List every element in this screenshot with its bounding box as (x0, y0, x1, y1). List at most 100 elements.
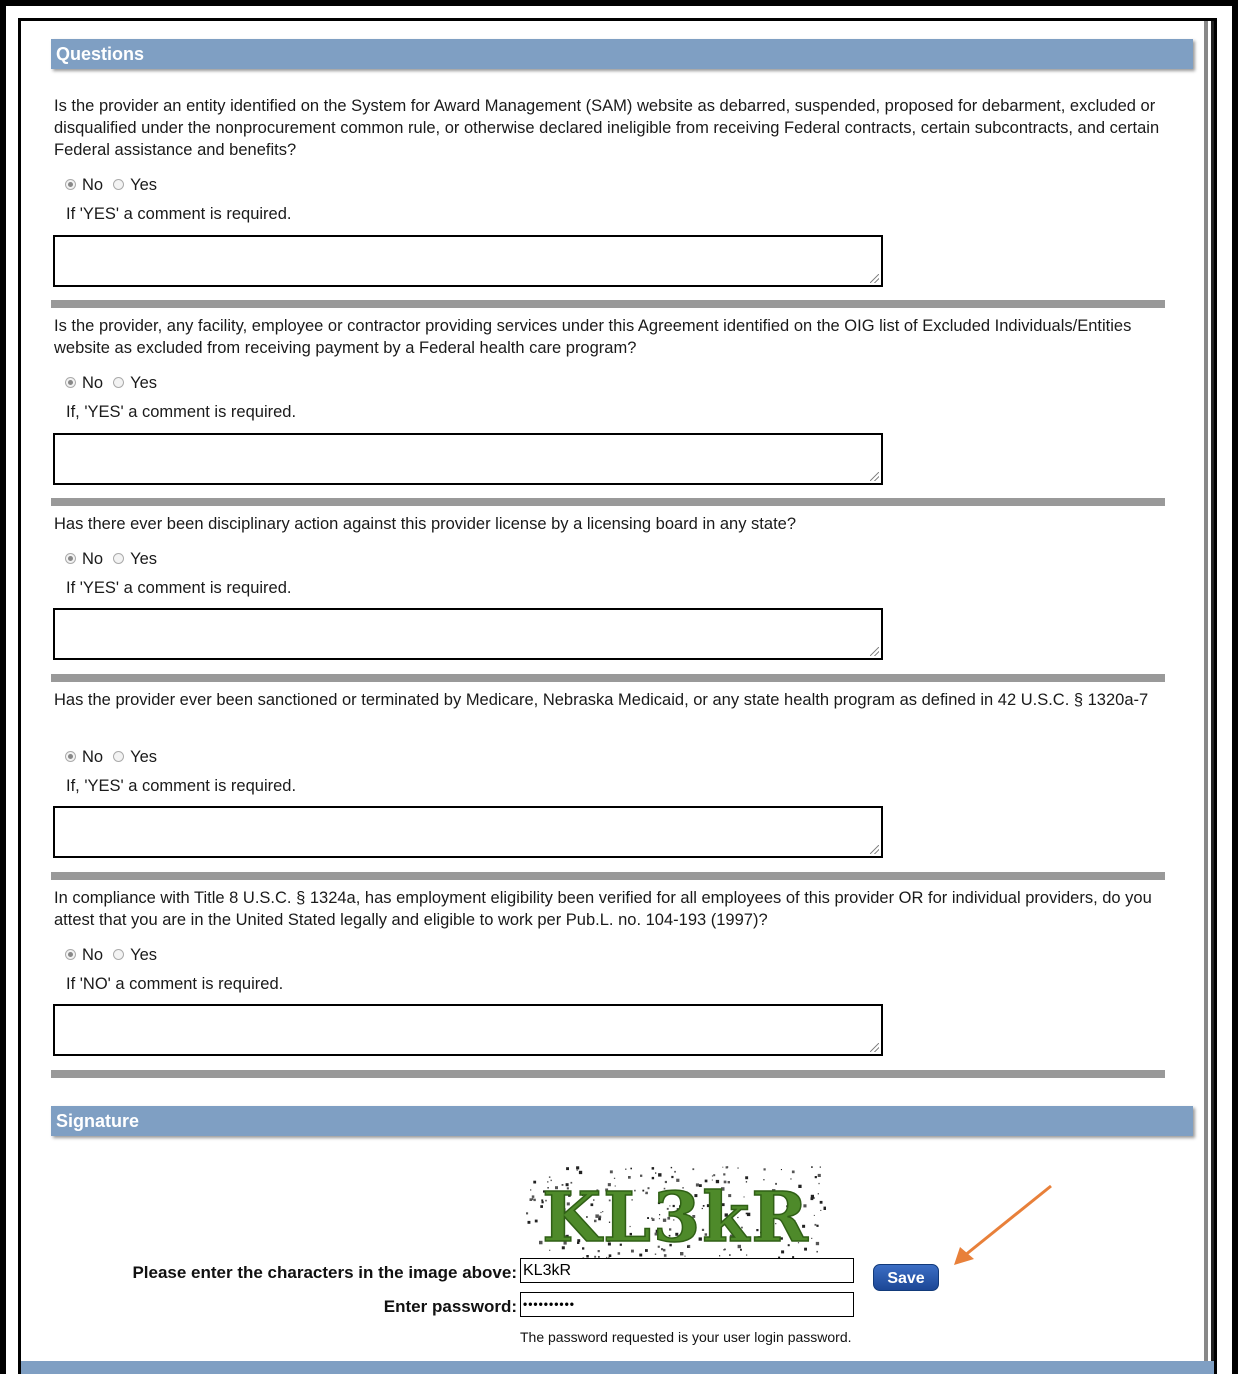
captcha-noise-dot (655, 1172, 657, 1174)
captcha-noise-dot (723, 1173, 726, 1176)
question-3-text: Has there ever been disciplinary action … (54, 515, 797, 533)
question-2-text: Is the provider, any facility, employee … (54, 317, 1132, 357)
captcha-noise-dot (576, 1169, 578, 1171)
question-1-comment-textarea[interactable] (53, 235, 883, 287)
captcha-noise-dot (533, 1180, 537, 1184)
question-3-yes-radio[interactable] (113, 553, 125, 564)
question-5-text: In compliance with Title 8 U.S.C. § 1324… (54, 889, 1152, 929)
save-button[interactable]: Save (873, 1264, 939, 1291)
password-input[interactable]: •••••••••• (520, 1292, 854, 1317)
bottom-section-bar (21, 1361, 1214, 1374)
captcha-noise-dot (533, 1198, 536, 1202)
question-divider (51, 1070, 1165, 1078)
captcha-noise-dot (814, 1176, 817, 1179)
password-label: Enter password: (383, 1297, 517, 1316)
question-3-note: If 'YES' a comment is required. (66, 579, 292, 597)
captcha-noise-dot (531, 1195, 535, 1198)
captcha-noise-dot (692, 1168, 695, 1171)
question-1-no-label: No (82, 176, 104, 194)
question-4-no-radio[interactable] (65, 751, 76, 762)
captcha-noise-dot (713, 1174, 716, 1177)
captcha-noise-dot (534, 1219, 538, 1223)
questions-section-header: Questions (51, 39, 1193, 69)
captcha-noise-dot (814, 1223, 817, 1226)
captcha-image: KL3kR (526, 1166, 826, 1261)
captcha-noise-dot (818, 1182, 820, 1185)
question-1-yes-label: Yes (130, 176, 158, 194)
question-2-no-label: No (82, 374, 104, 392)
captcha-noise-dot (811, 1237, 813, 1239)
captcha-noise-dot (819, 1166, 821, 1168)
captcha-noise-dot (791, 1170, 795, 1174)
question-divider (51, 498, 1165, 506)
captcha-noise-dot (816, 1224, 819, 1227)
captcha-noise-dot (576, 1166, 580, 1170)
question-5-no-radio[interactable] (65, 949, 76, 960)
captcha-noise-dot (609, 1170, 613, 1174)
question-2-no-radio[interactable] (65, 377, 76, 388)
captcha-noise-dot (630, 1167, 632, 1170)
question-4-radios: No Yes (65, 748, 167, 767)
password-hint: The password requested is your user logi… (520, 1329, 852, 1345)
captcha-noise-dot (737, 1167, 739, 1169)
captcha-noise-dot (815, 1241, 820, 1246)
question-1-yes-radio[interactable] (113, 179, 125, 190)
captcha-noise-dot (670, 1166, 673, 1169)
question-2-note: If, 'YES' a comment is required. (66, 403, 297, 421)
question-4-yes-label: Yes (130, 748, 158, 766)
question-3-radios: No Yes (65, 550, 167, 569)
question-5-yes-label: Yes (130, 946, 158, 964)
question-4-comment-textarea[interactable] (53, 806, 883, 858)
question-4-note: If, 'YES' a comment is required. (66, 777, 297, 795)
question-4-no-label: No (82, 748, 104, 766)
right-border-bar (1204, 21, 1208, 1374)
captcha-noise-dot (819, 1200, 823, 1204)
captcha-noise-dot (810, 1197, 814, 1201)
question-4-yes-radio[interactable] (113, 751, 125, 762)
captcha-noise-dot (529, 1198, 533, 1201)
captcha-text: KL3kR (542, 1178, 810, 1258)
captcha-noise-dot (722, 1166, 724, 1168)
question-5-comment-textarea[interactable] (53, 1004, 883, 1056)
captcha-noise-dot (578, 1170, 583, 1175)
captcha-noise-dot (527, 1220, 531, 1224)
captcha-noise-dot (780, 1169, 782, 1171)
captcha-noise-dot (531, 1198, 534, 1200)
captcha-noise-dot (817, 1193, 819, 1195)
question-2-radios: No Yes (65, 374, 167, 393)
question-5-yes-radio[interactable] (113, 949, 125, 960)
captcha-noise-dot (725, 1166, 728, 1169)
form-container: Questions Is the provider an entity iden… (18, 18, 1217, 1374)
captcha-noise-dot (763, 1168, 766, 1171)
question-5-no-label: No (82, 946, 104, 964)
captcha-noise-dot (820, 1209, 822, 1211)
captcha-noise-dot (658, 1173, 662, 1177)
captcha-noise-dot (674, 1170, 676, 1173)
question-4-text: Has the provider ever been sanctioned or… (54, 691, 1149, 709)
captcha-label: Please enter the characters in the image… (132, 1263, 517, 1282)
question-3-comment-textarea[interactable] (53, 608, 883, 660)
question-3-no-label: No (82, 550, 104, 568)
question-3-no-radio[interactable] (65, 553, 76, 564)
question-2-yes-label: Yes (130, 374, 158, 392)
question-2-comment-textarea[interactable] (53, 433, 883, 485)
question-divider (51, 300, 1165, 308)
captcha-noise-dot (566, 1167, 569, 1171)
right-border-edge (1211, 21, 1214, 1374)
question-1-text: Is the provider an entity identified on … (54, 97, 1160, 159)
question-3-yes-label: Yes (130, 550, 158, 568)
captcha-noise-dot (625, 1168, 627, 1170)
captcha-noise-dot (640, 1174, 643, 1177)
captcha-noise-dot (817, 1173, 821, 1177)
question-5-radios: No Yes (65, 946, 167, 965)
question-1-no-radio[interactable] (65, 179, 76, 190)
question-divider (51, 674, 1165, 682)
question-divider (51, 872, 1165, 880)
question-2-yes-radio[interactable] (113, 377, 125, 388)
captcha-noise-dot (816, 1250, 818, 1253)
signature-section-header: Signature (51, 1106, 1193, 1136)
captcha-input[interactable]: KL3kR (520, 1258, 854, 1283)
question-1-radios: No Yes (65, 176, 167, 195)
question-1-note: If 'YES' a comment is required. (66, 205, 292, 223)
captcha-noise-dot (530, 1189, 532, 1191)
